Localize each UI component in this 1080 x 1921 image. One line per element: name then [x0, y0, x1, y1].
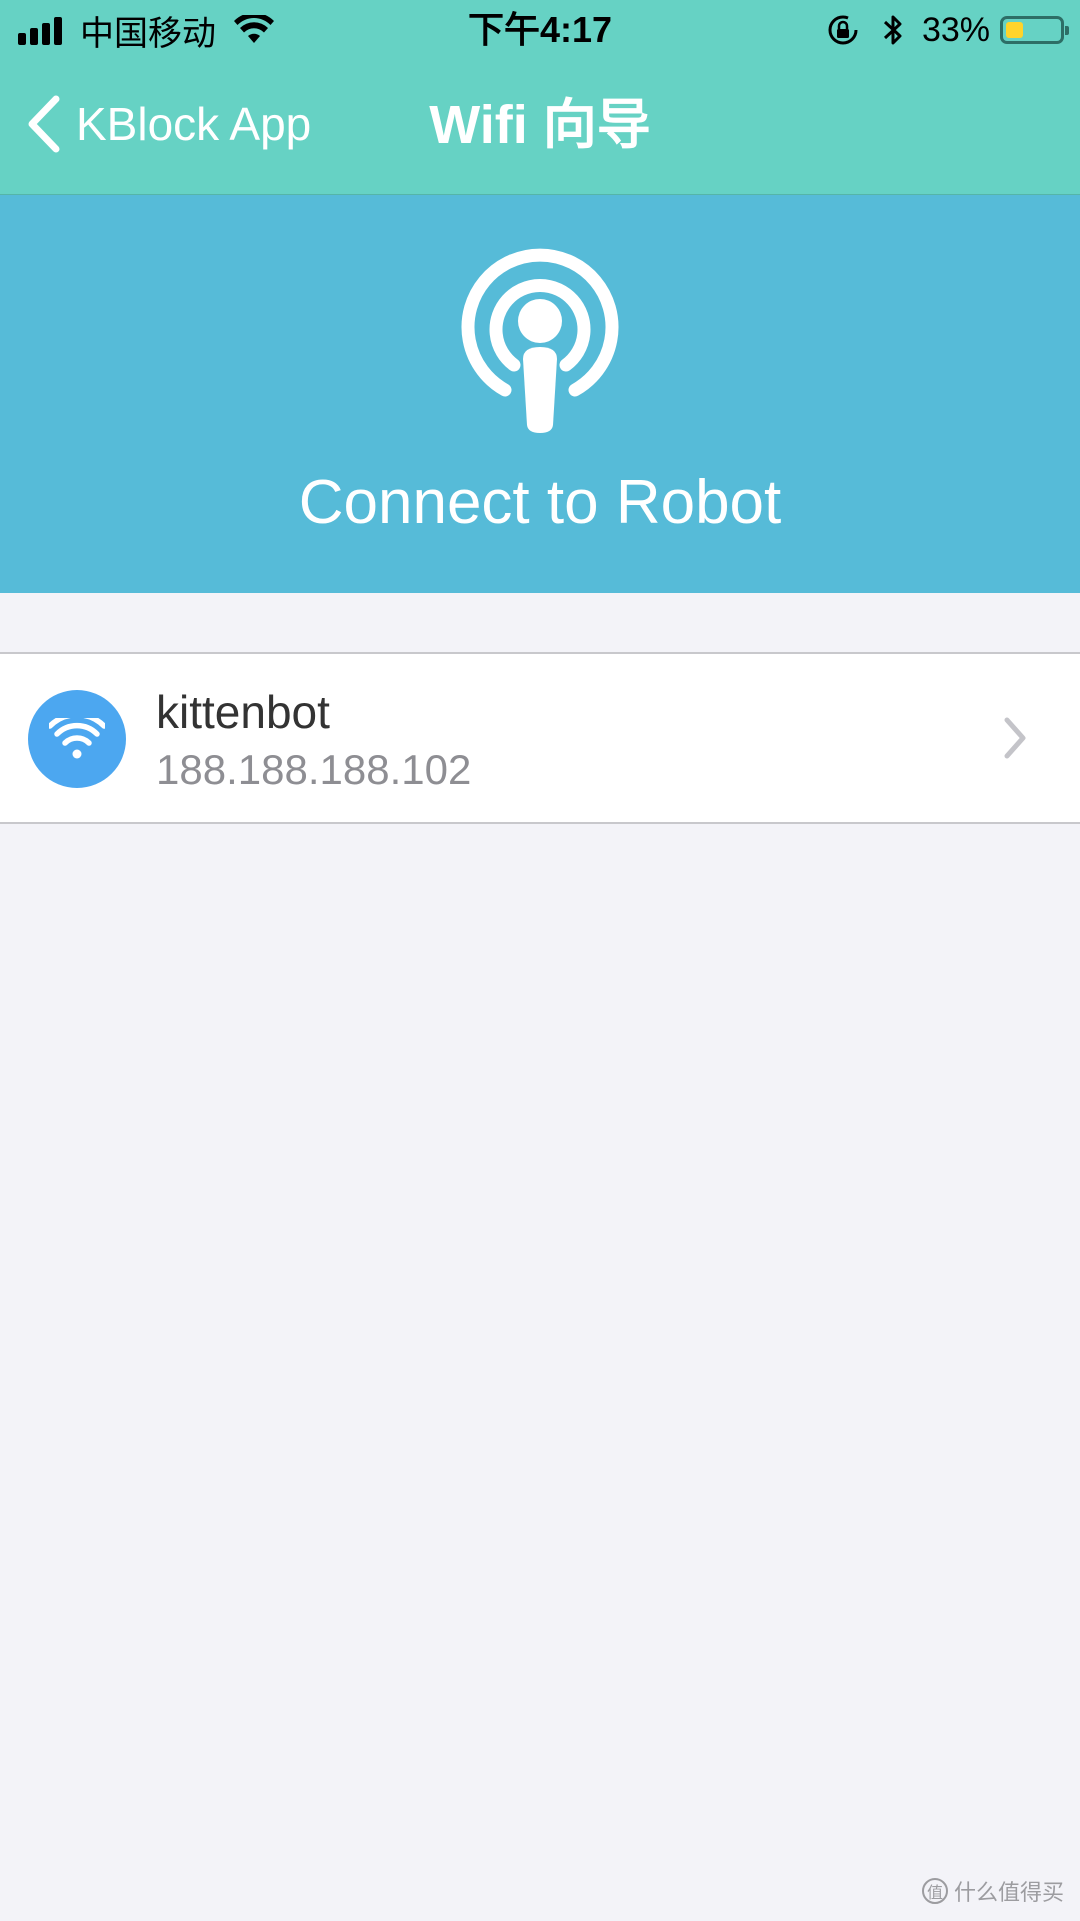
watermark-text: 什么值得买	[953, 1880, 1064, 1905]
battery-percent: 33%	[921, 10, 990, 49]
navigation-bar: KBlock App Wifi 向导	[0, 60, 1080, 195]
page-title: Wifi 向导	[429, 95, 651, 155]
bluetooth-icon	[883, 15, 902, 45]
device-ip: 188.188.188.102	[156, 746, 472, 793]
watermark-logo-icon: 值	[921, 1878, 948, 1904]
broadcast-person-icon	[461, 248, 619, 433]
rotation-lock-icon	[828, 15, 858, 45]
status-bar: 中国移动 下午4:17 33%	[0, 0, 1080, 60]
chevron-right-icon	[1004, 717, 1026, 759]
battery-fill	[1006, 22, 1023, 38]
wifi-icon	[49, 718, 105, 759]
watermark: 值 什么值得买	[921, 1875, 1064, 1907]
list-item[interactable]: kittenbot 188.188.188.102	[0, 654, 1080, 822]
device-name: kittenbot	[156, 686, 330, 738]
status-right: 33%	[826, 8, 1069, 52]
connect-banner-text: Connect to Robot	[298, 468, 782, 537]
connect-banner: Connect to Robot	[0, 195, 1080, 593]
device-list: kittenbot 188.188.188.102	[0, 652, 1080, 824]
wifi-badge	[28, 690, 126, 788]
battery-nub	[1065, 26, 1069, 35]
battery-icon	[1000, 16, 1069, 44]
